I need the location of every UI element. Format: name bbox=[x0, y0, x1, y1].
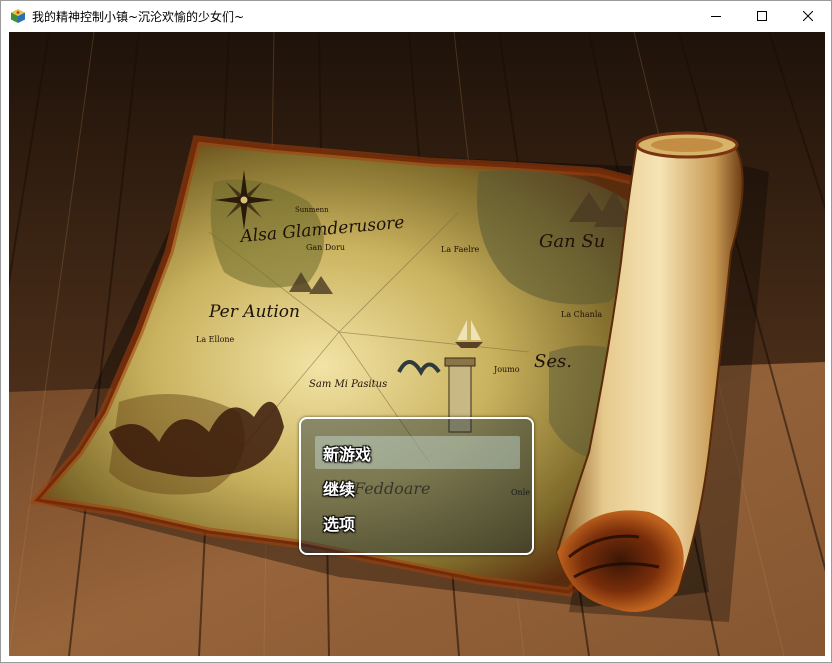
map-label-town5: Joumo bbox=[493, 365, 520, 374]
game-window: 我的精神控制小镇~沉沦欢愉的少女们~ Alsa Glamderusore Gan… bbox=[0, 0, 832, 663]
game-canvas[interactable]: Alsa Glamderusore Gan Su Per Aution Ses.… bbox=[9, 32, 825, 656]
map-label-town3: La Chanla bbox=[561, 310, 602, 319]
minimize-icon bbox=[711, 16, 721, 17]
close-button[interactable] bbox=[785, 1, 831, 31]
maximize-icon bbox=[757, 11, 767, 21]
maximize-button[interactable] bbox=[739, 1, 785, 31]
close-icon bbox=[803, 11, 813, 21]
menu-item-options[interactable]: 选项 bbox=[315, 506, 520, 539]
map-label-town2: La Faelre bbox=[441, 245, 480, 254]
window-title: 我的精神控制小镇~沉沦欢愉的少女们~ bbox=[32, 9, 245, 24]
map-label-town9: Sunmenn bbox=[295, 206, 329, 214]
map-label-town1: Gan Doru bbox=[306, 243, 345, 252]
menu-item-new-game[interactable]: 新游戏 bbox=[315, 436, 520, 469]
map-label-region2: Gan Su bbox=[539, 231, 605, 252]
map-label-region3: Per Aution bbox=[208, 302, 300, 322]
title-bar[interactable]: 我的精神控制小镇~沉沦欢愉的少女们~ bbox=[1, 1, 831, 31]
title-background: Alsa Glamderusore Gan Su Per Aution Ses.… bbox=[9, 32, 825, 656]
map-label-region4: Ses. bbox=[534, 351, 572, 372]
map-label-town8: La Ellone bbox=[196, 335, 235, 344]
minimize-button[interactable] bbox=[693, 1, 739, 31]
window-controls bbox=[693, 1, 831, 31]
map-label-town4: Sam Mi Pasitus bbox=[309, 379, 387, 390]
rpg-cube-icon bbox=[10, 8, 26, 24]
title-command-menu: 新游戏 继续 选项 bbox=[299, 417, 534, 555]
menu-item-continue[interactable]: 继续 bbox=[315, 471, 520, 504]
